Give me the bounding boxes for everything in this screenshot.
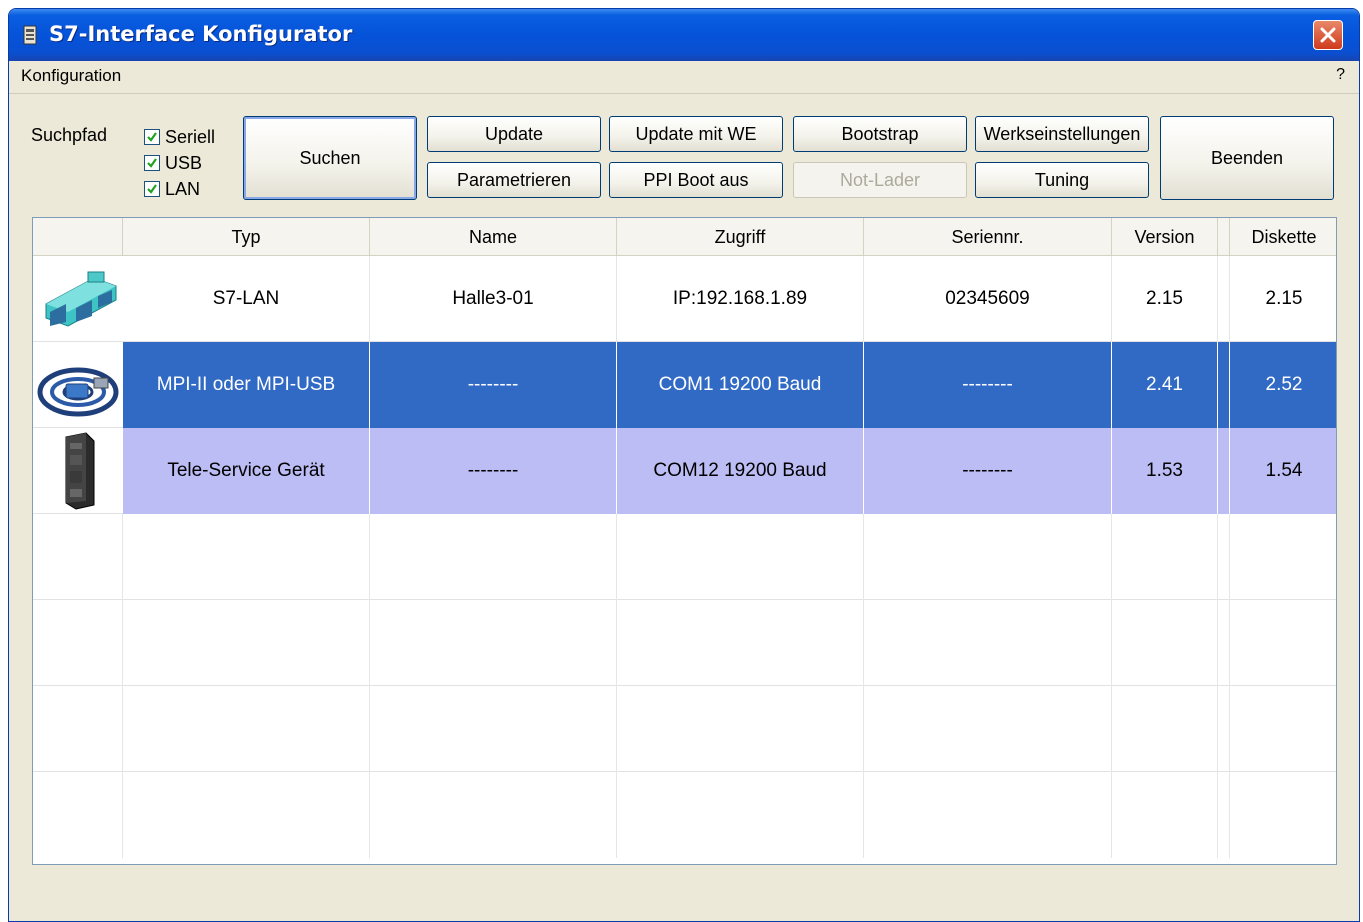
close-icon [1320, 27, 1336, 43]
close-button[interactable] [1313, 20, 1343, 50]
column-header-name[interactable]: Name [370, 218, 617, 256]
table-row[interactable]: S7-LAN Halle3-01 IP:192.168.1.89 0234560… [33, 256, 1336, 342]
empty-row [33, 772, 1336, 858]
cell-diskette: 1.54 [1230, 428, 1336, 514]
s7-lan-adapter-icon [45, 271, 117, 327]
cell-seriennr: -------- [864, 428, 1112, 514]
werkseinstellungen-button[interactable]: Werkseinstellungen [975, 116, 1149, 152]
not-lader-button[interactable]: Not-Lader [793, 162, 967, 198]
menu-konfiguration[interactable]: Konfiguration [21, 66, 121, 86]
cell-spacer [1218, 342, 1230, 428]
search-path-label: Suchpfad [31, 125, 108, 145]
column-header-spacer [1218, 218, 1230, 256]
ppi-boot-aus-button[interactable]: PPI Boot aus [609, 162, 783, 198]
cell-name: -------- [370, 342, 617, 428]
column-header-diskette[interactable]: Diskette [1230, 218, 1336, 256]
search-option-lan[interactable]: LAN [144, 178, 200, 200]
cell-typ: S7-LAN [123, 256, 370, 342]
cell-name: -------- [370, 428, 617, 514]
cell-version: 1.53 [1112, 428, 1218, 514]
table-row[interactable]: Tele-Service Gerät -------- COM12 19200 … [33, 428, 1336, 514]
menu-help[interactable]: ? [1336, 66, 1345, 84]
cell-spacer [1218, 256, 1230, 342]
checkbox-usb[interactable] [144, 155, 160, 171]
cell-zugriff: COM12 19200 Baud [617, 428, 864, 514]
cell-name: Halle3-01 [370, 256, 617, 342]
empty-row [33, 514, 1336, 600]
cell-zugriff: COM1 19200 Baud [617, 342, 864, 428]
update-mit-we-button[interactable]: Update mit WE [609, 116, 783, 152]
suchen-button[interactable]: Suchen [243, 116, 417, 200]
checkmark-icon [147, 132, 157, 142]
column-header-typ[interactable]: Typ [123, 218, 370, 256]
cell-zugriff: IP:192.168.1.89 [617, 256, 864, 342]
cell-diskette: 2.15 [1265, 288, 1303, 309]
app-icon [23, 25, 37, 45]
search-option-seriell[interactable]: Seriell [144, 126, 215, 148]
column-header-seriennr[interactable]: Seriennr. [864, 218, 1112, 256]
empty-row [33, 686, 1336, 772]
empty-row [33, 600, 1336, 686]
checkbox-label: LAN [165, 178, 201, 199]
column-header-zugriff[interactable]: Zugriff [617, 218, 864, 256]
main-window: S7-Interface Konfigurator Konfiguration … [8, 8, 1360, 922]
parametrieren-button[interactable]: Parametrieren [427, 162, 601, 198]
cell-typ: Tele-Service Gerät [123, 428, 370, 514]
window-title: S7-Interface Konfigurator [49, 22, 353, 46]
search-option-usb[interactable]: USB [144, 152, 202, 174]
cell-version: 2.15 [1112, 256, 1218, 342]
checkmark-icon [147, 158, 157, 168]
table-row[interactable]: MPI-II oder MPI-USB -------- COM1 19200 … [33, 342, 1336, 428]
checkbox-label: USB [165, 152, 203, 173]
beenden-button[interactable]: Beenden [1160, 116, 1334, 200]
checkmark-icon [147, 184, 157, 194]
checkbox-lan[interactable] [144, 181, 160, 197]
cell-diskette: 2.52 [1230, 342, 1336, 428]
cell-spacer [1218, 428, 1230, 514]
checkbox-seriell[interactable] [144, 129, 160, 145]
device-image-cell [33, 342, 123, 428]
cell-seriennr: 02345609 [864, 256, 1112, 342]
update-button[interactable]: Update [427, 116, 601, 152]
title-bar[interactable]: S7-Interface Konfigurator [9, 9, 1359, 61]
cell-typ: MPI-II oder MPI-USB [123, 342, 370, 428]
checkbox-label: Seriell [165, 126, 216, 147]
device-table[interactable]: Typ Name Zugriff Seriennr. Version Diske… [32, 217, 1337, 865]
column-header-image[interactable] [33, 218, 123, 256]
cell-seriennr: -------- [864, 342, 1112, 428]
device-image-cell [33, 256, 123, 342]
table-header: Typ Name Zugriff Seriennr. Version Diske… [33, 218, 1336, 256]
device-image-cell [33, 428, 123, 514]
mpi-usb-cable-icon [37, 367, 119, 417]
bootstrap-button[interactable]: Bootstrap [793, 116, 967, 152]
teleservice-device-icon [65, 432, 95, 510]
column-header-version[interactable]: Version [1112, 218, 1218, 256]
tuning-button[interactable]: Tuning [975, 162, 1149, 198]
cell-version: 2.41 [1112, 342, 1218, 428]
menu-bar: Konfiguration ? [9, 61, 1359, 94]
